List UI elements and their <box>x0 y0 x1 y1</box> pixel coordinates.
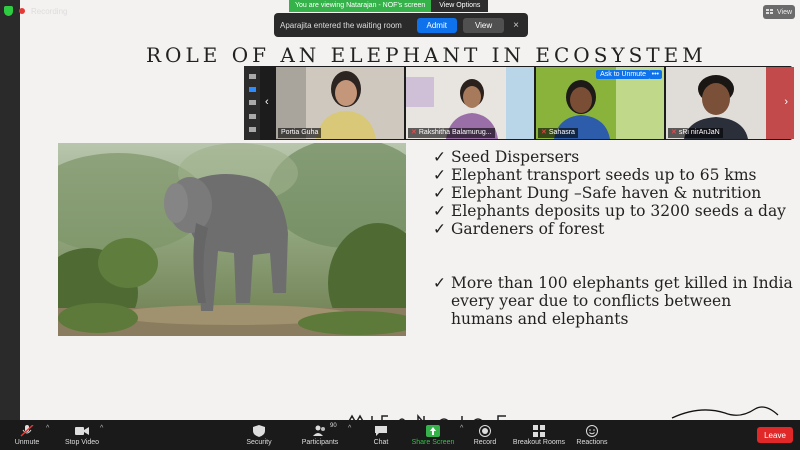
muted-mic-icon <box>20 424 34 437</box>
participant-name: Portia Guha <box>278 128 322 138</box>
shield-icon <box>253 424 265 437</box>
participant-name: ✕ Rakshitha Balamurug... <box>408 128 495 138</box>
bullet-item: ✓ Gardeners of forest <box>433 220 605 238</box>
slide-bullets-primary: ✓ Seed Dispersers ✓ Elephant transport see… <box>433 148 786 238</box>
slide-bottom-decoration <box>338 410 528 420</box>
check-icon: ✓ <box>433 184 446 202</box>
share-screen-button[interactable]: Share Screen <box>410 420 456 450</box>
view-options-button[interactable]: View Options <box>431 0 489 12</box>
zoom-meeting-window: ROLE OF AN ELEPHANT IN ECOSYSTEM ✓ Seed … <box>0 0 800 450</box>
waiting-room-notification: Aparajita entered the waiting room Admit… <box>274 13 528 37</box>
filmstrip-icon[interactable] <box>248 87 256 93</box>
video-options-caret[interactable]: ^ <box>100 425 103 432</box>
participants-icon <box>313 425 325 436</box>
participant-tile[interactable]: ✕ sRi nirAnJaN <box>666 67 794 139</box>
stop-video-button[interactable]: Stop Video <box>62 420 102 450</box>
chevron-left-icon[interactable]: ‹ <box>265 96 269 108</box>
bullet-item: ✓ Elephant transport seeds up to 65 kms <box>433 166 757 184</box>
grid-icon <box>765 9 773 14</box>
meeting-status: Recording <box>4 4 67 18</box>
muted-mic-icon: ✕ <box>541 129 547 136</box>
check-icon: ✓ <box>433 166 446 184</box>
speaker-view-icon[interactable] <box>248 100 256 106</box>
check-icon: ✓ <box>433 220 446 238</box>
breakout-rooms-button[interactable]: Breakout Rooms <box>512 420 566 450</box>
breakout-rooms-icon <box>533 424 545 437</box>
bullet-item: ✓ Seed Dispersers <box>433 148 580 166</box>
participant-tile[interactable]: ✕ Rakshitha Balamurug... <box>406 67 534 139</box>
view-waiting-room-button[interactable]: View <box>462 17 505 33</box>
check-icon: ✓ <box>433 148 446 166</box>
unmute-button[interactable]: Unmute <box>12 420 42 450</box>
video-gallery-strip: ‹ Portia Guha ✕ Rakshitha Balamurug... ✕… <box>244 66 794 140</box>
shield-icon[interactable] <box>4 6 13 16</box>
elephant-photo <box>58 143 406 336</box>
record-icon <box>479 424 491 437</box>
check-icon: ✓ <box>433 202 446 220</box>
chat-button[interactable]: Chat <box>368 420 394 450</box>
bullet-item: ✓ Elephants deposits up to 3200 seeds a d… <box>433 202 786 220</box>
signature-scribble <box>671 406 779 419</box>
left-edge <box>0 0 20 420</box>
participant-name: ✕ sRi nirAnJaN <box>668 128 723 138</box>
audio-options-caret[interactable]: ^ <box>46 425 49 432</box>
participant-name: ✕ Sahasra <box>538 128 578 138</box>
record-dot-icon <box>19 8 25 14</box>
view-layout-button[interactable]: View <box>763 5 795 19</box>
close-icon[interactable]: × <box>510 20 522 31</box>
check-icon: ✓ <box>433 274 446 292</box>
reactions-button[interactable]: Reactions <box>574 420 610 450</box>
share-screen-icon <box>426 424 440 437</box>
security-button[interactable]: Security <box>242 420 276 450</box>
admit-button[interactable]: Admit <box>416 17 457 33</box>
ask-to-unmute-button[interactable]: Ask to Unmute <box>596 70 650 79</box>
record-button[interactable]: Record <box>472 420 498 450</box>
chat-bubble-icon <box>375 425 387 436</box>
chevron-right-icon[interactable]: › <box>784 96 788 108</box>
recording-label: Recording <box>31 6 68 16</box>
screen-share-banner: You are viewing Natarajan - NOF's screen… <box>289 0 489 12</box>
waiting-room-message: Aparajita entered the waiting room <box>280 20 402 30</box>
participants-options-caret[interactable]: ^ <box>348 425 351 432</box>
participant-tile[interactable]: ✕ Sahasra Ask to Unmute ••• <box>536 67 664 139</box>
share-options-caret[interactable]: ^ <box>460 425 463 432</box>
elephant-image <box>58 143 406 336</box>
fullscreen-icon[interactable] <box>248 126 256 132</box>
participant-tile[interactable]: Portia Guha <box>276 67 404 139</box>
smiley-icon <box>586 424 598 437</box>
video-camera-icon <box>75 426 89 435</box>
bullet-item: ✓ More than 100 elephants get killed in I… <box>433 274 793 328</box>
leave-button[interactable]: Leave <box>757 427 793 443</box>
bullet-item: ✓ Elephant Dung –Safe haven & nutrition <box>433 184 762 202</box>
viewing-screen-label: You are viewing Natarajan - NOF's screen <box>289 0 432 12</box>
meeting-toolbar: Unmute ^ Stop Video ^ Security Participa… <box>0 420 800 450</box>
muted-mic-icon: ✕ <box>671 129 677 136</box>
shared-slide: ROLE OF AN ELEPHANT IN ECOSYSTEM ✓ Seed … <box>20 0 800 420</box>
muted-mic-icon: ✕ <box>411 129 417 136</box>
slide-bullets-secondary: ✓ More than 100 elephants get killed in I… <box>433 274 793 328</box>
decorative-text-fragment <box>348 413 506 420</box>
gallery-grid-icon[interactable] <box>248 113 256 119</box>
minimize-icon[interactable] <box>248 74 256 80</box>
more-options-icon[interactable]: ••• <box>648 70 662 79</box>
participants-count: 90 <box>330 423 337 429</box>
slide-title: ROLE OF AN ELEPHANT IN ECOSYSTEM <box>146 43 707 67</box>
gallery-tools <box>244 66 260 140</box>
